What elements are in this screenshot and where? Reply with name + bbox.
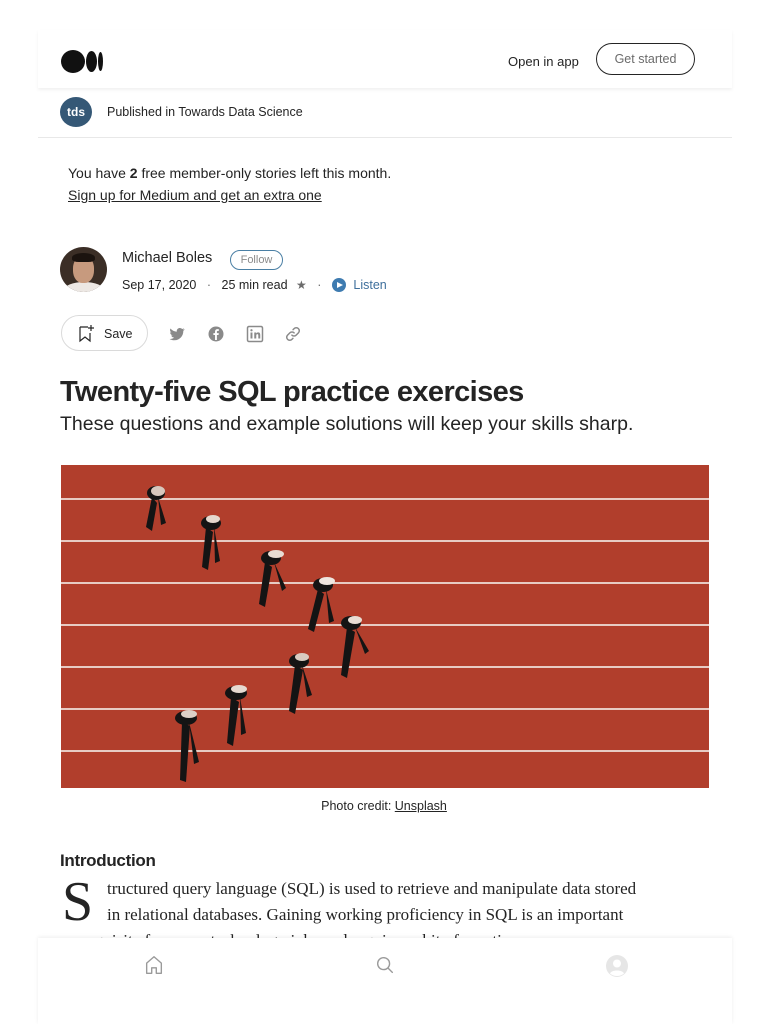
top-bar: Open in app Get started xyxy=(38,30,732,88)
follow-button[interactable]: Follow xyxy=(230,250,283,270)
section-heading: Introduction xyxy=(60,851,156,870)
signup-link[interactable]: Sign up for Medium and get an extra one xyxy=(68,187,322,203)
unsplash-link[interactable]: Unsplash xyxy=(395,799,447,813)
author-name[interactable]: Michael Boles xyxy=(122,250,212,266)
stories-count: 2 xyxy=(129,165,138,181)
search-icon[interactable] xyxy=(374,954,396,976)
read-time: 25 min read xyxy=(221,277,288,292)
open-in-app-link[interactable]: Open in app xyxy=(508,54,579,69)
member-only-star-icon: ★ xyxy=(296,277,307,292)
save-label: Save xyxy=(104,327,133,341)
image-caption: Photo credit: Unsplash xyxy=(321,799,447,813)
publication-label[interactable]: Published in Towards Data Science xyxy=(107,105,303,119)
article-subtitle: These questions and example solutions wi… xyxy=(60,413,634,435)
twitter-icon[interactable] xyxy=(168,325,186,343)
publish-date: Sep 17, 2020 xyxy=(122,277,197,292)
play-icon xyxy=(331,278,346,293)
author-avatar[interactable] xyxy=(60,247,107,292)
member-notice: You have 2 free member-only stories left… xyxy=(68,165,392,181)
publication-logo[interactable]: tds xyxy=(60,97,92,127)
article-meta: Sep 17, 2020 · 25 min read ★ · Listen xyxy=(122,277,387,293)
home-icon[interactable] xyxy=(143,954,165,976)
get-started-button[interactable]: Get started xyxy=(596,43,695,75)
link-icon[interactable] xyxy=(284,325,302,343)
profile-icon[interactable] xyxy=(605,954,629,978)
meta-separator: · xyxy=(317,277,322,292)
hero-image-runners-on-track xyxy=(61,465,709,788)
listen-button[interactable]: Listen xyxy=(331,277,387,293)
bottom-navigation xyxy=(38,938,732,1024)
meta-separator: · xyxy=(206,277,212,292)
header-divider xyxy=(38,137,732,138)
listen-label: Listen xyxy=(353,278,387,293)
article-title: Twenty-five SQL practice exercises xyxy=(60,376,524,408)
medium-logo[interactable] xyxy=(61,50,105,74)
facebook-icon[interactable] xyxy=(207,325,225,343)
paragraph-line: in relational databases. Gaining working… xyxy=(107,905,624,924)
drop-cap: S xyxy=(62,871,94,933)
bookmark-add-icon xyxy=(79,325,94,343)
save-button[interactable]: Save xyxy=(61,315,148,351)
linkedin-icon[interactable] xyxy=(246,325,264,343)
paragraph-line: tructured query language (SQL) is used t… xyxy=(107,879,637,898)
